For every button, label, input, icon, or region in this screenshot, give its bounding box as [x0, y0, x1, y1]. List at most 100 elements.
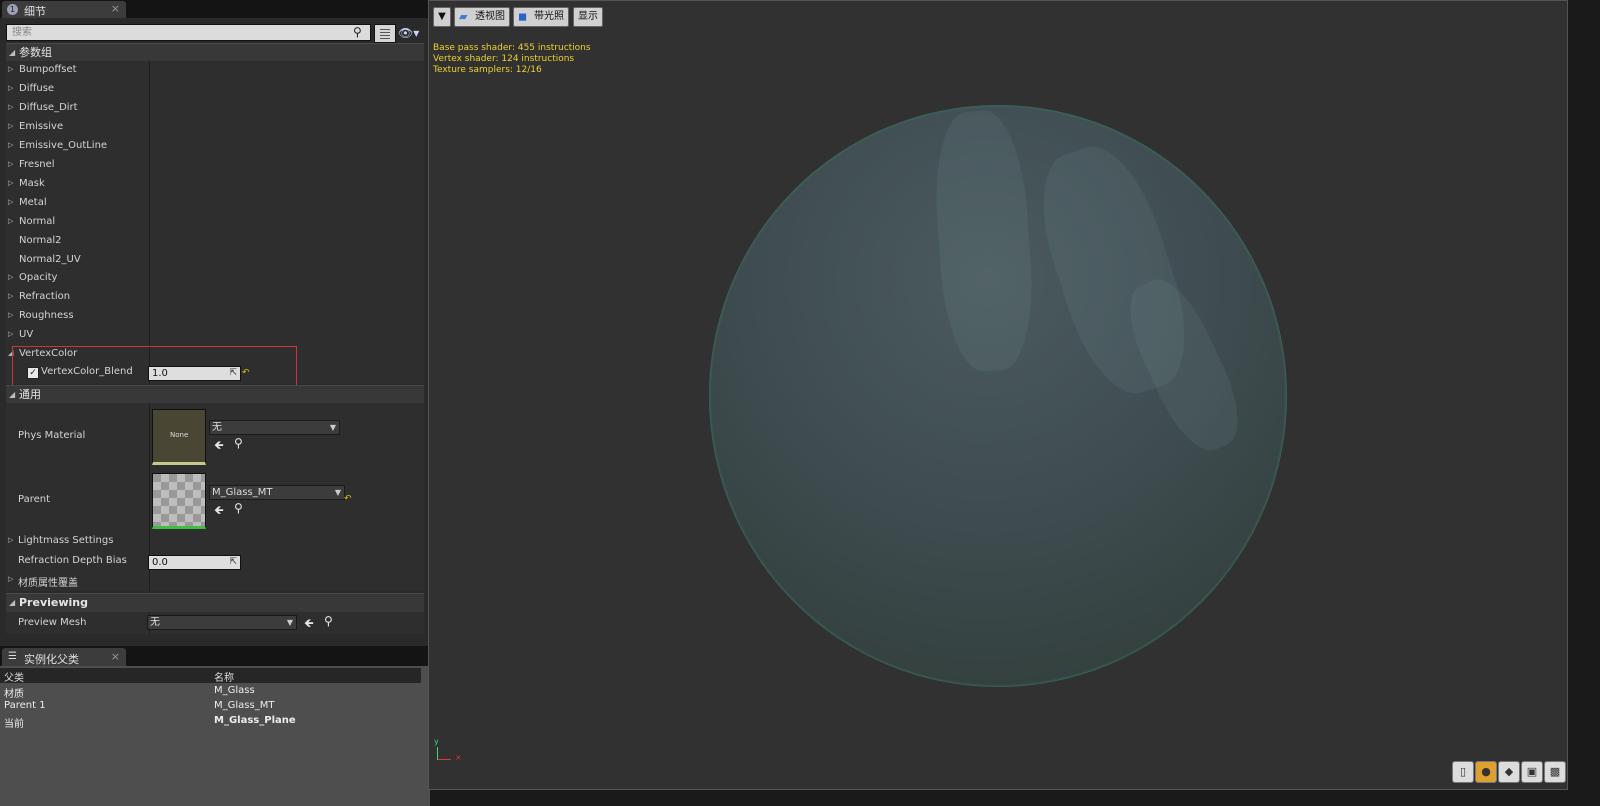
expand-arrow-icon: ▷	[8, 141, 14, 149]
custom-mesh-icon: ▩	[1549, 765, 1561, 778]
details-tab-icon: 1	[7, 4, 18, 15]
hierarchy-tabbar: ☰ 实例化父类 ×	[0, 646, 430, 666]
details-tab-label: 细节	[24, 5, 46, 18]
x-axis-icon: ×	[455, 753, 462, 762]
tab-instance-parents[interactable]: ☰ 实例化父类 ×	[2, 648, 126, 666]
previewing-properties: Preview Mesh 无 ▼ 🡸 ⚲	[6, 612, 424, 634]
phys-material-thumbnail[interactable]: None	[152, 409, 206, 465]
param-group-item[interactable]: ▷ Diffuse_Dirt	[6, 99, 424, 118]
stat-vertex-shader: Vertex shader: 124 instructions	[433, 54, 575, 64]
dropdown-icon: ▼	[334, 488, 341, 497]
preview-mesh-label: Preview Mesh	[18, 617, 87, 628]
viewport-options-button[interactable]: ▼	[433, 7, 451, 27]
preview-sphere-button[interactable]: ●	[1475, 761, 1497, 783]
axis-gizmo: × y	[433, 737, 462, 767]
sphere-icon: ●	[1481, 765, 1491, 778]
expand-arrow-icon: ▷	[8, 198, 14, 206]
browse-search-icon[interactable]: ⚲	[234, 436, 243, 450]
preview-custom-mesh-button[interactable]: ▩	[1544, 761, 1566, 783]
expand-spin-icon: ⇱	[229, 557, 237, 567]
expand-arrow-icon: ▷	[8, 536, 14, 544]
browse-search-icon[interactable]: ⚲	[324, 614, 333, 628]
param-group-item[interactable]: ▷ UV	[6, 326, 424, 345]
param-group-item[interactable]: ▷ Mask	[6, 175, 424, 194]
column-header-name[interactable]: 名称	[214, 669, 234, 684]
collapse-arrow-icon: ◢	[9, 48, 16, 57]
category-label: 参数组	[19, 46, 52, 59]
dropdown-icon: ▼	[438, 11, 446, 22]
search-row: 搜索 ⚲ 👁▾	[6, 24, 426, 43]
preview-mesh-combo[interactable]: 无 ▼	[147, 615, 297, 630]
param-group-item[interactable]: ▷ Diffuse	[6, 80, 424, 99]
eye-icon[interactable]: 👁▾	[398, 26, 426, 40]
param-group-item[interactable]: Normal2_UV	[6, 251, 424, 270]
expand-arrow-icon: ▷	[8, 292, 14, 300]
material-preview-viewport[interactable]: ▼ ▰ 透视图 ◼ 带光照 显示 Base pass shader: 455 i…	[428, 0, 1568, 790]
expand-arrow-icon: ▷	[8, 311, 14, 319]
surface-streak	[930, 108, 1038, 374]
expand-arrow-icon: ▷	[8, 330, 14, 338]
param-group-item[interactable]: ▷ Emissive	[6, 118, 424, 137]
parent-thumbnail[interactable]	[152, 473, 206, 529]
table-row[interactable]: 当前 M_Glass_Plane	[0, 714, 421, 730]
stat-texture-samplers: Texture samplers: 12/16	[433, 65, 542, 75]
param-group-item[interactable]: ▷ Fresnel	[6, 156, 424, 175]
parent-combo[interactable]: M_Glass_MT ▼	[209, 485, 345, 500]
parent-label: Parent	[18, 494, 51, 505]
param-group-item[interactable]: ▷ Opacity	[6, 269, 424, 288]
close-icon[interactable]: ×	[111, 650, 120, 663]
browse-search-icon[interactable]: ⚲	[234, 501, 243, 515]
preview-cube-button[interactable]: ▣	[1521, 761, 1543, 783]
plane-icon: ◆	[1504, 765, 1514, 778]
refraction-depth-bias-field[interactable]: 0.0 ⇱	[148, 555, 241, 570]
dropdown-icon: ▼	[329, 423, 336, 432]
reset-icon[interactable]: ↶	[344, 494, 352, 504]
param-group-item[interactable]: ▷ Normal	[6, 213, 424, 232]
lit-mode-button[interactable]: ◼ 带光照	[513, 7, 569, 27]
use-selected-arrow-icon[interactable]: 🡸	[214, 501, 224, 522]
preview-plane-button[interactable]: ◆	[1498, 761, 1520, 783]
use-selected-arrow-icon[interactable]: 🡸	[214, 436, 224, 457]
category-general[interactable]: ◢ 通用	[6, 385, 424, 403]
expand-arrow-icon: ▷	[8, 217, 14, 225]
phys-material-combo[interactable]: 无 ▼	[209, 420, 340, 435]
table-row[interactable]: Parent 1 M_Glass_MT	[0, 699, 421, 714]
perspective-button[interactable]: ▰ 透视图	[454, 7, 510, 27]
refraction-depth-bias-row: Refraction Depth Bias 0.0 ⇱	[6, 552, 424, 571]
tab-details[interactable]: 1 细节 ×	[2, 1, 126, 18]
expand-arrow-icon: ▷	[8, 160, 14, 168]
expand-arrow-icon: ▷	[8, 65, 14, 73]
param-group-item[interactable]: ▷ Metal	[6, 194, 424, 213]
category-previewing[interactable]: ◢ Previewing	[6, 593, 424, 612]
cylinder-icon: ▯	[1459, 765, 1467, 778]
expand-arrow-icon: ▷	[8, 84, 14, 92]
stat-base-pass: Base pass shader: 455 instructions	[433, 43, 591, 53]
table-row[interactable]: 材质 M_Glass	[0, 684, 421, 700]
param-group-item[interactable]: ▷ Roughness	[6, 307, 424, 326]
cube-icon: ▣	[1526, 765, 1538, 778]
material-property-override-row[interactable]: ▷ 材质属性覆盖	[6, 571, 424, 590]
perspective-icon: ▰	[459, 10, 468, 23]
instance-parents-panel: ☰ 实例化父类 × 父类 名称 材质 M_Glass Parent 1 M_Gl…	[0, 646, 430, 806]
param-group-item[interactable]: Normal2	[6, 232, 424, 251]
show-button[interactable]: 显示	[573, 7, 603, 27]
preview-cylinder-button[interactable]: ▯	[1452, 761, 1474, 783]
expand-arrow-icon: ▷	[8, 179, 14, 187]
param-group-item[interactable]: ▷ Bumpoffset	[6, 61, 424, 80]
search-icon[interactable]: ⚲	[353, 25, 367, 39]
collapse-arrow-icon: ◢	[9, 598, 16, 607]
lightmass-settings-row[interactable]: ▷ Lightmass Settings	[6, 532, 424, 551]
search-input[interactable]: 搜索	[6, 24, 371, 41]
param-group-item[interactable]: ▷ Emissive_OutLine	[6, 137, 424, 156]
property-matrix-button[interactable]	[374, 24, 396, 43]
phys-material-label: Phys Material	[18, 430, 86, 441]
use-selected-arrow-icon[interactable]: 🡸	[304, 614, 314, 635]
expand-arrow-icon: ▷	[8, 103, 14, 111]
general-properties: Phys Material None 无 ▼ 🡸 ⚲ Parent M_Glass…	[6, 403, 424, 591]
column-header-parent[interactable]: 父类	[4, 669, 24, 684]
category-parameter-groups[interactable]: ◢ 参数组	[6, 43, 424, 61]
hierarchy-header: 父类 名称	[0, 668, 421, 684]
param-group-item[interactable]: ▷ Refraction	[6, 288, 424, 307]
lit-cube-icon: ◼	[518, 10, 528, 23]
close-icon[interactable]: ×	[111, 2, 120, 15]
